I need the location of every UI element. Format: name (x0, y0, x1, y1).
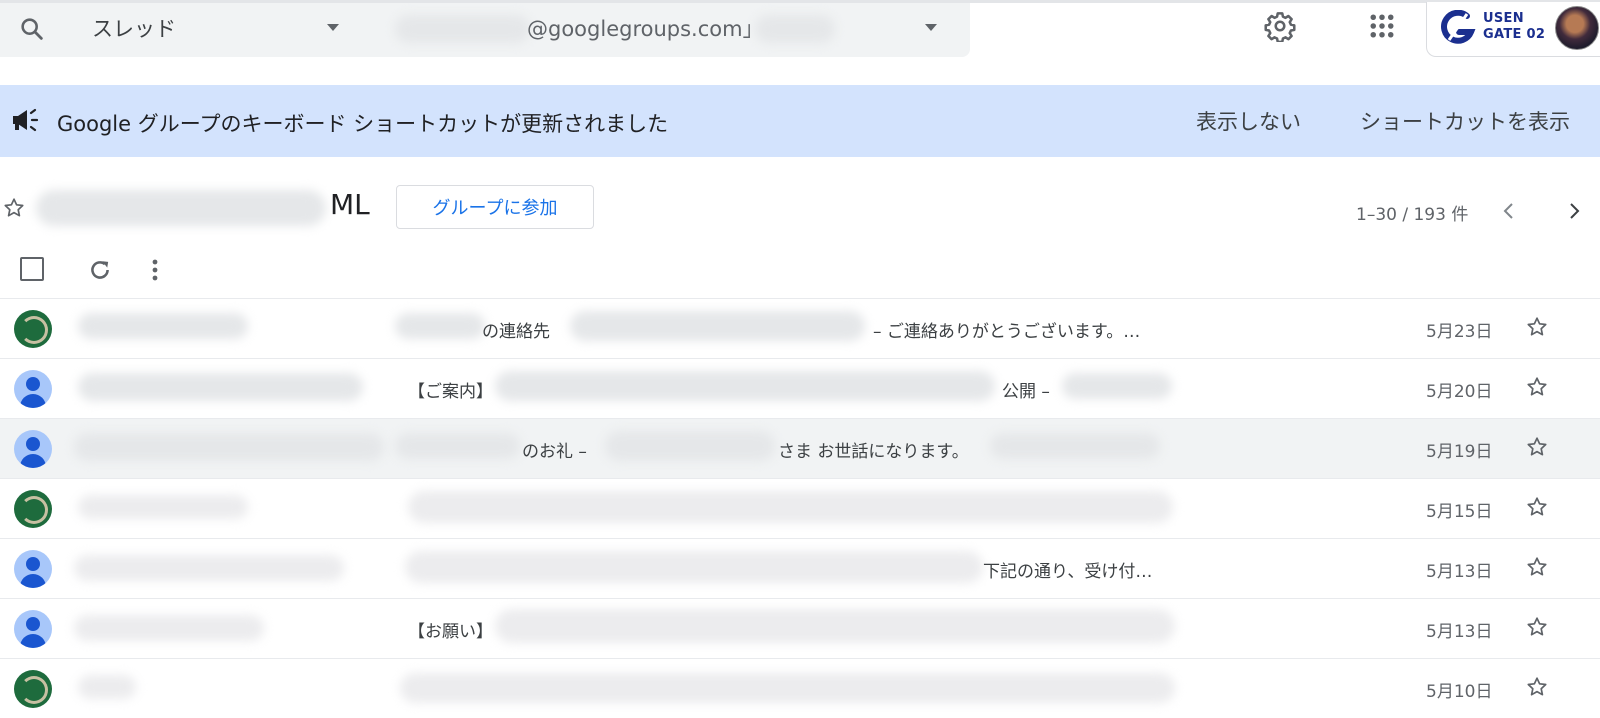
account-switcher[interactable]: USEN GATE 02 (1426, 2, 1600, 57)
brand-line-2: GATE 02 (1483, 27, 1546, 42)
sender-avatar (14, 370, 52, 408)
redacted-subject (408, 491, 1173, 523)
thread-date: 5月15日 (1426, 502, 1493, 522)
account-avatar[interactable] (1555, 6, 1599, 50)
thread-subject: の連絡先 (482, 322, 550, 342)
redacted-snippet (570, 311, 865, 341)
thread-date: 5月23日 (1426, 322, 1493, 342)
more-vert-icon[interactable] (143, 256, 167, 284)
thread-row[interactable]: の連絡先 – ご連絡ありがとうございます。… 5月23日 (0, 298, 1600, 358)
star-icon[interactable] (1525, 435, 1549, 459)
sender-avatar (14, 610, 52, 648)
redacted-subject (405, 551, 983, 583)
star-icon[interactable] (1525, 615, 1549, 639)
thread-date: 5月13日 (1426, 562, 1493, 582)
refresh-icon[interactable] (86, 256, 114, 284)
redacted-snippet (1062, 373, 1172, 399)
redacted-snippet-tail (990, 433, 1160, 459)
thread-row[interactable]: 5月15日 (0, 478, 1600, 538)
gear-icon[interactable] (1264, 10, 1296, 42)
search-icon[interactable] (18, 15, 46, 43)
redacted-snippet (495, 609, 1175, 643)
select-all-checkbox[interactable] (20, 257, 44, 281)
shortcut-banner: Google グループのキーボード ショートカットが更新されました 表示しない … (0, 85, 1600, 157)
redacted-sender (74, 555, 344, 581)
thread-date: 5月20日 (1426, 382, 1493, 402)
thread-row[interactable]: 【ご案内】 公開 – 5月20日 (0, 358, 1600, 418)
redacted-sender (78, 373, 363, 401)
thread-subject: 【ご案内】 (408, 382, 493, 402)
redacted-subject (395, 313, 485, 339)
thread-row[interactable]: 【お願い】 5月13日 (0, 598, 1600, 658)
sender-avatar (14, 550, 52, 588)
search-bar[interactable]: スレッド @googlegroups.com」 (0, 3, 970, 57)
redacted-query-prefix (395, 15, 530, 43)
redacted-subject (400, 673, 1175, 703)
redacted-query-suffix (755, 15, 835, 43)
thread-list: の連絡先 – ご連絡ありがとうございます。… 5月23日 【ご案内】 公開 – … (0, 298, 1600, 718)
thread-row[interactable]: のお礼 – さま お世話になります。 5月19日 (0, 418, 1600, 478)
search-query-text[interactable]: @googlegroups.com」 (527, 13, 764, 43)
thread-snippet: さま お世話になります。 (778, 442, 969, 462)
chevron-right-icon[interactable] (1562, 199, 1586, 223)
query-dropdown-caret-icon[interactable] (925, 24, 937, 31)
redacted-sender (78, 495, 248, 519)
sender-avatar (14, 670, 52, 708)
thread-subject: のお礼 – (522, 442, 587, 462)
thread-subject: 【お願い】 (408, 622, 493, 642)
star-icon[interactable] (1525, 555, 1549, 579)
brand-text: USEN GATE 02 (1483, 11, 1545, 43)
redacted-group-name (36, 190, 326, 226)
redacted-sender (74, 615, 264, 641)
thread-snippet: 下記の通り、受け付… (983, 562, 1153, 582)
chevron-left-icon[interactable] (1497, 199, 1521, 223)
search-scope-label[interactable]: スレッド (92, 13, 176, 43)
sender-avatar (14, 430, 52, 468)
join-group-button[interactable]: グループに参加 (396, 185, 594, 229)
star-icon[interactable] (1525, 315, 1549, 339)
usen-logo-icon (1441, 10, 1476, 44)
banner-dismiss-button[interactable]: 表示しない (1196, 106, 1301, 136)
group-star-icon[interactable] (2, 196, 26, 220)
thread-date: 5月10日 (1426, 682, 1493, 702)
megaphone-icon (13, 108, 39, 132)
star-icon[interactable] (1525, 495, 1549, 519)
redacted-subject (495, 371, 995, 401)
thread-row[interactable]: 5月10日 (0, 658, 1600, 718)
thread-date: 5月19日 (1426, 442, 1493, 462)
apps-grid-icon[interactable] (1367, 11, 1397, 41)
redacted-subject (395, 433, 520, 459)
sender-avatar (14, 490, 52, 528)
pagination-range: 1–30 / 193 件 (1356, 205, 1469, 225)
sender-avatar (14, 310, 52, 348)
redacted-sender (78, 675, 136, 699)
thread-snippet: – ご連絡ありがとうございます。… (873, 322, 1141, 342)
thread-row[interactable]: 下記の通り、受け付… 5月13日 (0, 538, 1600, 598)
redacted-sender (74, 433, 384, 461)
banner-show-shortcuts-button[interactable]: ショートカットを表示 (1360, 106, 1570, 136)
redacted-snippet (605, 431, 775, 461)
thread-date: 5月13日 (1426, 622, 1493, 642)
star-icon[interactable] (1525, 675, 1549, 699)
banner-message: Google グループのキーボード ショートカットが更新されました (57, 112, 669, 136)
thread-snippet: 公開 – (1002, 382, 1050, 402)
brand-line-1: USEN (1483, 11, 1524, 26)
scope-dropdown-caret-icon[interactable] (327, 24, 339, 31)
redacted-sender (78, 313, 248, 339)
star-icon[interactable] (1525, 375, 1549, 399)
group-title-suffix: ML (330, 188, 370, 221)
